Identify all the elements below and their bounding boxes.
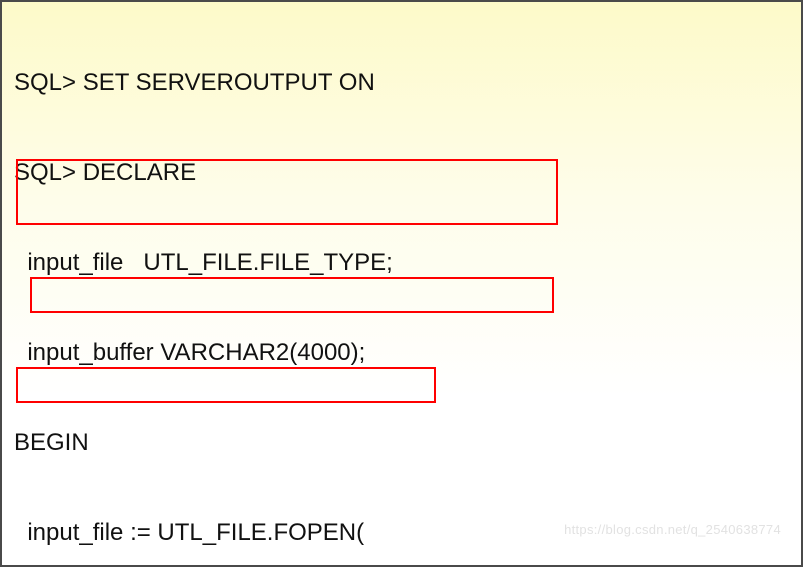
- code-line: input_buffer VARCHAR2(4000);: [14, 338, 789, 368]
- code-line: SQL> DECLARE: [14, 158, 789, 188]
- code-line: BEGIN: [14, 428, 789, 458]
- code-screenshot-container: SQL> SET SERVEROUTPUT ON SQL> DECLARE in…: [0, 0, 803, 567]
- code-line: SQL> SET SERVEROUTPUT ON: [14, 68, 789, 98]
- sql-plsql-code-block: SQL> SET SERVEROUTPUT ON SQL> DECLARE in…: [14, 8, 789, 567]
- watermark-text: https://blog.csdn.net/q_2540638774: [564, 515, 781, 545]
- code-line: input_file UTL_FILE.FILE_TYPE;: [14, 248, 789, 278]
